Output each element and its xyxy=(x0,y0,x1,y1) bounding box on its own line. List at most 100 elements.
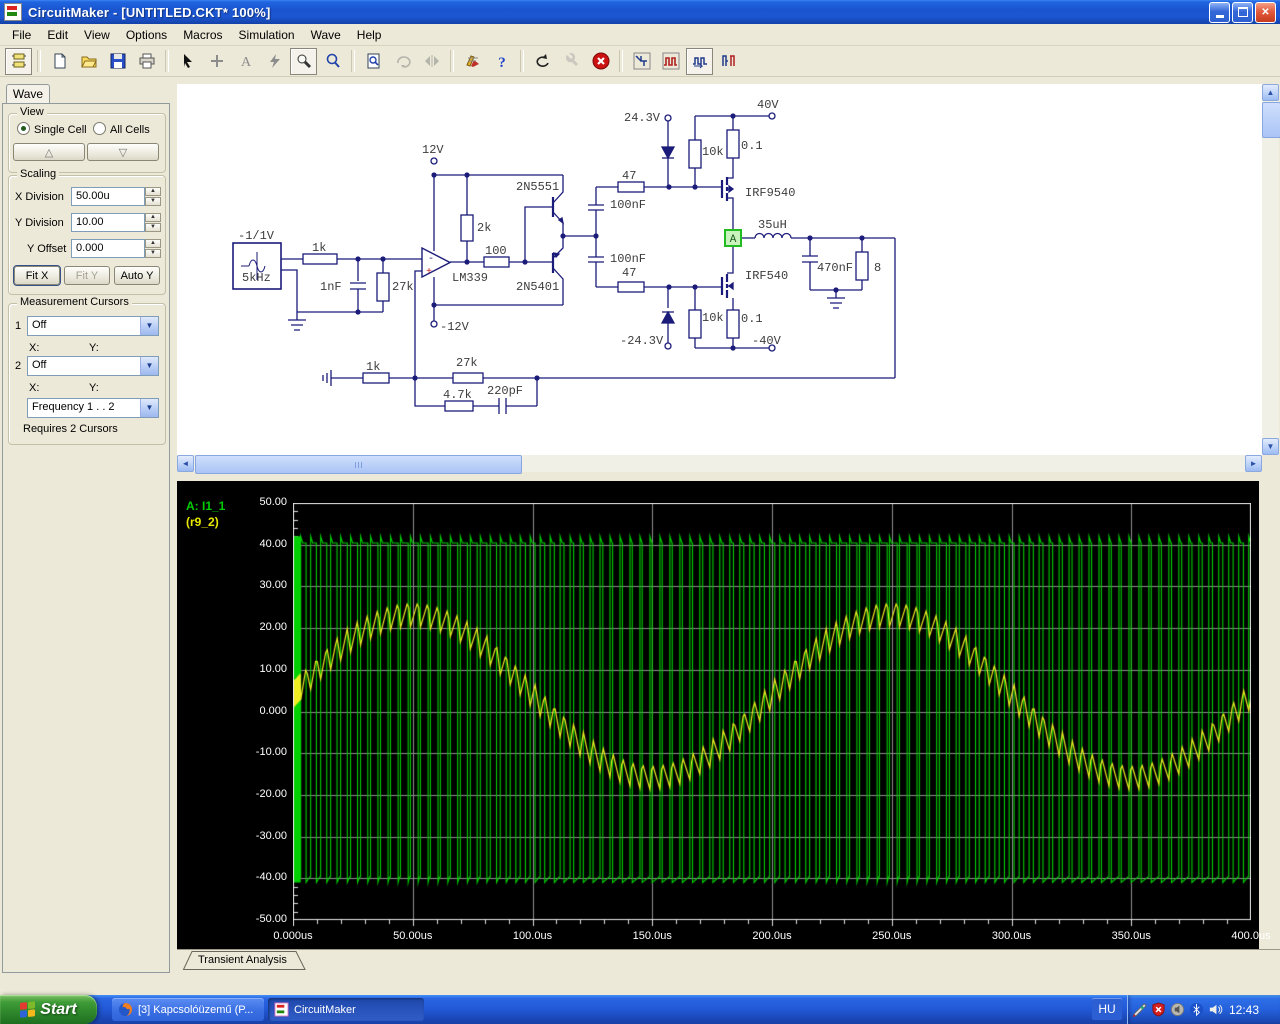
open-file-button[interactable] xyxy=(75,48,102,75)
delete-tool-button[interactable] xyxy=(261,48,288,75)
start-button-label: Start xyxy=(40,1000,77,1018)
menu-item-wave[interactable]: Wave xyxy=(303,25,349,45)
mixed-waveform-button[interactable] xyxy=(686,47,713,75)
cursor2-dropdown-icon[interactable]: ▼ xyxy=(140,357,158,375)
y-tick-label: -10.00 xyxy=(255,746,287,759)
svg-text:A: A xyxy=(730,234,737,246)
part-browser-button[interactable] xyxy=(5,47,32,75)
restore-button[interactable] xyxy=(1232,1,1253,23)
x-division-spinner[interactable]: ▲ ▼ xyxy=(145,187,161,206)
menu-item-file[interactable]: File xyxy=(4,25,39,45)
taskbar: Start [3] Kapcsolóüzemű (P... CircuitMak… xyxy=(0,995,1280,1024)
scroll-up-icon[interactable]: ▲ xyxy=(1262,84,1279,101)
print-button[interactable] xyxy=(133,48,160,75)
fit-y-button[interactable]: Fit Y xyxy=(64,266,110,285)
reset-button[interactable] xyxy=(529,48,556,75)
save-icon xyxy=(110,53,125,69)
radio-single-cell-circle[interactable] xyxy=(17,122,30,135)
scroll-left-icon[interactable]: ◄ xyxy=(177,455,194,472)
cursor-function-dropdown-icon[interactable]: ▼ xyxy=(140,399,158,417)
tab-transient-analysis[interactable]: Transient Analysis xyxy=(182,951,308,970)
check-rules-button[interactable] xyxy=(459,48,486,75)
muted-speaker-icon[interactable] xyxy=(1170,1002,1185,1017)
cursor2-y-label: Y: xyxy=(89,382,99,394)
hscroll-thumb[interactable] xyxy=(195,455,522,474)
cursor1-x-label: X: xyxy=(29,342,40,354)
menu-item-simulation[interactable]: Simulation xyxy=(231,25,303,45)
tab-wave[interactable]: Wave xyxy=(6,84,50,105)
cursors-group-label: Measurement Cursors xyxy=(17,296,132,308)
title-bar[interactable]: CircuitMaker - [UNTITLED.CKT* 100%] ✕ xyxy=(0,0,1280,24)
menu-item-edit[interactable]: Edit xyxy=(39,25,76,45)
x-tick-label: 200.0us xyxy=(752,930,792,942)
mirror-button[interactable] xyxy=(418,48,445,75)
text-tool-button[interactable]: A xyxy=(232,48,259,75)
zoom-tool-button[interactable] xyxy=(319,48,346,75)
y-offset-spinner[interactable]: ▲ ▼ xyxy=(145,239,161,258)
probe-tool-button[interactable] xyxy=(290,47,317,75)
component-label: 1nF xyxy=(320,280,342,294)
waveform-plot[interactable] xyxy=(293,503,1251,928)
menu-item-macros[interactable]: Macros xyxy=(175,25,230,45)
scroll-right-icon[interactable]: ► xyxy=(1245,455,1262,472)
probe-marker-a[interactable]: A xyxy=(724,229,742,247)
digital-waveform-button[interactable] xyxy=(715,48,742,75)
cell-down-button[interactable]: ▽ xyxy=(87,143,159,161)
help-button[interactable]: ? xyxy=(488,48,515,75)
security-shield-icon[interactable] xyxy=(1151,1002,1166,1017)
select-arrow-button[interactable] xyxy=(174,48,201,75)
language-indicator[interactable]: HU xyxy=(1092,998,1122,1020)
component-label: LM339 xyxy=(452,271,488,285)
cell-up-button[interactable]: △ xyxy=(13,143,85,161)
menu-item-help[interactable]: Help xyxy=(349,25,390,45)
y-offset-input[interactable]: 0.000 xyxy=(71,239,145,258)
menu-item-options[interactable]: Options xyxy=(118,25,175,45)
x-division-input[interactable]: 50.00u xyxy=(71,187,145,206)
rotate-button[interactable] xyxy=(389,48,416,75)
schematic-vscrollbar[interactable]: ▲ ▼ xyxy=(1262,84,1280,455)
y-division-input[interactable]: 10.00 xyxy=(71,213,145,232)
new-file-button[interactable] xyxy=(46,48,73,75)
cursor-function-select[interactable]: Frequency 1 . . 2 ▼ xyxy=(27,398,159,418)
wire-tool-button[interactable] xyxy=(203,48,230,75)
setup-button[interactable] xyxy=(558,48,585,75)
menu-bar: File Edit View Options Macros Simulation Wave H… xyxy=(0,24,1280,46)
stop-simulation-button[interactable] xyxy=(587,48,614,75)
cursor1-dropdown-icon[interactable]: ▼ xyxy=(140,317,158,335)
start-button[interactable]: Start xyxy=(0,995,97,1024)
save-button[interactable] xyxy=(104,48,131,75)
clock: 12:43 xyxy=(1229,1002,1260,1017)
tablet-pen-icon[interactable] xyxy=(1132,1002,1147,1017)
task-firefox[interactable]: [3] Kapcsolóüzemű (P... xyxy=(112,998,264,1021)
vscroll-thumb[interactable] xyxy=(1262,102,1280,138)
component-label: 1k xyxy=(312,241,326,255)
radio-all-cells-circle[interactable] xyxy=(93,122,106,135)
close-button[interactable]: ✕ xyxy=(1255,1,1276,23)
task-circuitmaker[interactable]: CircuitMaker xyxy=(268,998,424,1021)
radio-all-cells[interactable]: All Cells xyxy=(93,122,150,136)
analog-waveform-button[interactable] xyxy=(657,48,684,75)
radio-single-cell[interactable]: Single Cell xyxy=(17,122,87,136)
component-label: 1k xyxy=(366,360,380,374)
cursor1-select[interactable]: Off ▼ xyxy=(27,316,159,336)
schematic-canvas[interactable]: - + A -1/1V 5kHz 1k 1nF 27k 12V -12V LM339 2k 100… xyxy=(177,84,1262,455)
x-tick-label: 100.0us xyxy=(512,930,553,942)
zoom-page-icon xyxy=(367,53,379,69)
scope-probe-button[interactable] xyxy=(628,48,655,75)
y-division-spinner[interactable]: ▲ ▼ xyxy=(145,213,161,232)
auto-y-button[interactable]: Auto Y xyxy=(114,266,160,285)
toolbar-separator xyxy=(351,50,355,72)
mirror-arrows-icon xyxy=(424,55,439,67)
schematic-pane[interactable]: - + A -1/1V 5kHz 1k 1nF 27k 12V -12V LM339 2k 100… xyxy=(177,84,1262,455)
volume-icon[interactable] xyxy=(1208,1002,1223,1017)
cursor2-select[interactable]: Off ▼ xyxy=(27,356,159,376)
fit-x-button[interactable]: Fit X xyxy=(13,265,61,286)
analog-waveform-icon xyxy=(662,52,679,70)
scroll-down-icon[interactable]: ▼ xyxy=(1262,438,1279,455)
schematic-hscrollbar[interactable]: ◄ ► xyxy=(177,455,1262,474)
y-offset-label: Y Offset xyxy=(27,243,67,255)
minimize-button[interactable] xyxy=(1209,1,1230,23)
zoom-window-button[interactable] xyxy=(360,48,387,75)
menu-item-view[interactable]: View xyxy=(76,25,118,45)
bluetooth-icon[interactable] xyxy=(1189,1002,1204,1017)
